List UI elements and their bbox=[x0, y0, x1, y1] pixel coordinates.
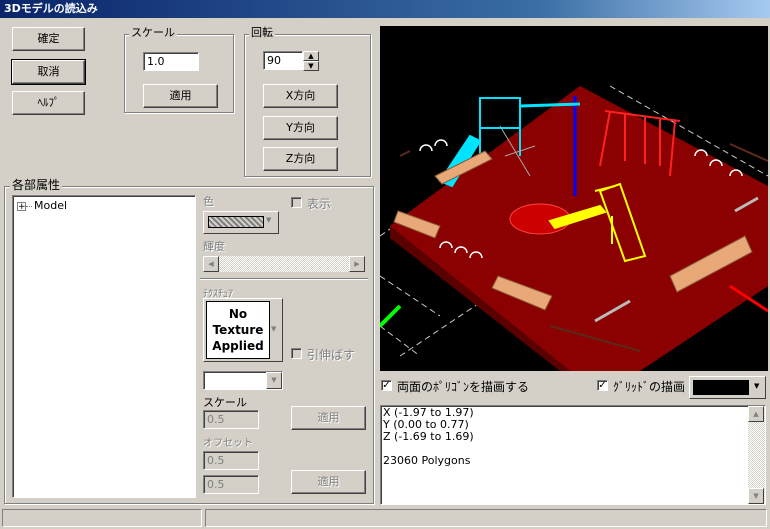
scroll-right-icon[interactable]: ▶ bbox=[349, 256, 365, 272]
rotation-input[interactable]: 90 bbox=[263, 51, 303, 70]
offset-y-input[interactable]: 0.5 bbox=[203, 475, 259, 494]
floor-platform bbox=[390, 86, 768, 371]
background-color-swatch bbox=[693, 380, 749, 395]
texture-preview-line: No bbox=[228, 307, 248, 321]
window-title: 3Dモデルの読込み bbox=[4, 2, 98, 15]
chevron-down-icon[interactable]: ▼ bbox=[266, 372, 282, 389]
brightness-slider[interactable]: ◀ ▶ bbox=[203, 256, 365, 272]
color-label: 色 bbox=[203, 195, 214, 208]
both-faces-label: 両面のﾎﾟﾘｺﾞﾝを描画する bbox=[397, 380, 530, 394]
both-faces-checkbox[interactable]: ✓ bbox=[381, 380, 392, 391]
texture-preview-line: Applied bbox=[212, 339, 264, 353]
texture-preview-line: Texture bbox=[212, 323, 264, 337]
help-button[interactable]: ﾍﾙﾌﾟ bbox=[12, 91, 85, 115]
y-direction-button[interactable]: Y方向 bbox=[263, 116, 338, 140]
texture-mode-select[interactable]: ▼ bbox=[203, 371, 283, 390]
texture-scale-label: スケール bbox=[203, 396, 247, 409]
texture-picker[interactable]: No Texture Applied ▼ bbox=[203, 298, 283, 362]
show-checkbox[interactable] bbox=[291, 197, 302, 208]
info-line: 23060 Polygons bbox=[383, 454, 471, 467]
scroll-left-icon[interactable]: ◀ bbox=[203, 256, 219, 272]
color-swatch bbox=[208, 216, 264, 228]
scale-legend: スケール bbox=[129, 26, 177, 39]
axis-z bbox=[380, 304, 402, 328]
z-direction-button[interactable]: Z方向 bbox=[263, 147, 338, 171]
attributes-legend: 各部属性 bbox=[10, 178, 63, 192]
texture-scale-input[interactable]: 0.5 bbox=[203, 410, 259, 429]
ok-button[interactable]: 確定 bbox=[12, 27, 85, 51]
stretch-checkbox[interactable] bbox=[291, 348, 302, 359]
apply-offset-button[interactable]: 適用 bbox=[291, 470, 366, 494]
info-text: X (-1.97 to 1.97) Y (0.00 to 0.77) Z (-1… bbox=[383, 407, 474, 467]
offset-x-input[interactable]: 0.5 bbox=[203, 451, 259, 470]
stretch-label: 引伸ばす bbox=[307, 348, 356, 362]
scale-input[interactable]: 1.0 bbox=[143, 52, 199, 71]
x-direction-button[interactable]: X方向 bbox=[263, 84, 338, 108]
scene-render bbox=[380, 85, 768, 371]
window-titlebar: 3Dモデルの読込み bbox=[0, 0, 770, 18]
info-scrollbar[interactable]: ▲ ▼ bbox=[748, 406, 765, 504]
tree-item-model[interactable]: Model bbox=[34, 199, 67, 212]
offset-label: オフセット bbox=[203, 438, 253, 449]
rotation-legend: 回転 bbox=[249, 26, 275, 39]
cancel-button[interactable]: 取消 bbox=[11, 59, 86, 85]
show-label: 表示 bbox=[307, 197, 332, 211]
status-pane-left bbox=[2, 509, 202, 527]
background-color-picker[interactable]: ▼ bbox=[689, 376, 766, 399]
spin-down-icon[interactable]: ▼ bbox=[303, 61, 319, 71]
grid-label: ｸﾞﾘｯﾄﾞの描画 bbox=[613, 380, 686, 394]
grid-checkbox[interactable]: ✓ bbox=[597, 380, 608, 391]
chevron-down-icon: ▼ bbox=[266, 216, 272, 224]
apply-texture-scale-button[interactable]: 適用 bbox=[291, 406, 366, 430]
parts-tree[interactable]: + Model bbox=[12, 195, 196, 498]
chevron-down-icon: ▼ bbox=[754, 382, 760, 390]
divider bbox=[200, 278, 368, 280]
apply-scale-button[interactable]: 適用 bbox=[143, 84, 218, 108]
status-pane-right bbox=[205, 509, 767, 527]
info-line: Z (-1.69 to 1.69) bbox=[383, 430, 474, 443]
chevron-down-icon: ▼ bbox=[271, 325, 277, 333]
model-info-box[interactable]: X (-1.97 to 1.97) Y (0.00 to 0.77) Z (-1… bbox=[380, 405, 766, 505]
texture-preview: No Texture Applied bbox=[206, 301, 270, 359]
model-viewport[interactable] bbox=[380, 26, 768, 371]
color-picker[interactable]: ▼ bbox=[203, 211, 279, 234]
scroll-up-icon[interactable]: ▲ bbox=[748, 406, 764, 422]
brightness-label: 輝度 bbox=[203, 240, 225, 253]
scroll-down-icon[interactable]: ▼ bbox=[748, 488, 764, 504]
tree-expand-icon[interactable]: + bbox=[17, 202, 26, 212]
spin-up-icon[interactable]: ▲ bbox=[303, 51, 319, 61]
tree-connector bbox=[26, 206, 32, 207]
